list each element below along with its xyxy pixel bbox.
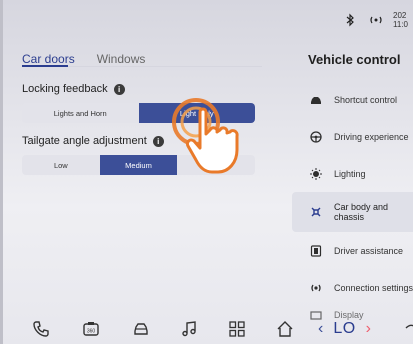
360-camera-icon[interactable]: 360 [80, 318, 102, 340]
fan-icon[interactable] [404, 321, 413, 335]
bottom-dock: 360 ‹ LO › [0, 314, 413, 344]
option-low[interactable]: Low [22, 155, 100, 175]
status-time-top: 202 [393, 11, 407, 20]
car-icon[interactable] [130, 318, 152, 340]
menu-item-label: Lighting [334, 168, 366, 179]
tab-car-doors[interactable]: Car doors [22, 40, 75, 67]
vehicle-control-menu: Shortcut control Driving experience Ligh… [292, 81, 413, 324]
light-icon [310, 167, 322, 180]
menu-item-label-line2: chassis [334, 212, 365, 222]
tab-windows[interactable]: Windows [97, 40, 146, 66]
menu-item-label: Driver assistance [334, 245, 404, 256]
status-time-bottom: 11:0 [393, 20, 408, 29]
tab-car-doors-label: Car doors [22, 52, 75, 66]
locking-feedback-heading: Locking feedback i [22, 83, 262, 95]
car-icon [310, 94, 322, 106]
steering-wheel-icon [310, 130, 322, 143]
menu-item-car-body-and-chassis[interactable]: Car body and chassis [292, 192, 413, 232]
menu-item-connection-settings[interactable]: Connection settings [292, 269, 413, 306]
wireless-signal-icon [367, 13, 385, 27]
driver-assist-icon [310, 244, 322, 257]
option-high[interactable]: High [177, 155, 255, 175]
menu-item-label: Driving experience [334, 131, 409, 142]
menu-item-lighting[interactable]: Lighting [292, 155, 413, 192]
temperature-value: LO [333, 320, 356, 337]
apps-grid-icon[interactable] [226, 318, 248, 340]
option-lights-and-horn[interactable]: Lights and Horn [22, 103, 139, 123]
connection-icon [310, 282, 322, 294]
temperature-up-button[interactable]: › [366, 320, 371, 338]
svg-text:360: 360 [87, 329, 96, 335]
option-medium[interactable]: Medium [99, 155, 178, 175]
locking-feedback-title: Locking feedback [22, 83, 108, 95]
menu-item-driving-experience[interactable]: Driving experience [292, 118, 413, 155]
chassis-icon [310, 206, 322, 218]
tab-windows-label: Windows [96, 52, 146, 66]
settings-panel: Car doors Windows Locking feedback i Lig… [22, 40, 262, 175]
vehicle-control-title: Vehicle control [308, 52, 401, 67]
vehicle-control-nav: Vehicle control Shortcut control Driving… [292, 40, 413, 320]
tailgate-heading: Tailgate angle adjustment i [22, 135, 262, 147]
temperature-down-button[interactable]: ‹ [318, 320, 323, 338]
phone-icon[interactable] [30, 318, 52, 340]
settings-tabs: Car doors Windows [22, 40, 262, 67]
status-bar: 202 11:0 [341, 8, 413, 32]
menu-item-driver-assistance[interactable]: Driver assistance [292, 232, 413, 269]
home-icon[interactable] [274, 318, 296, 340]
temperature-control: ‹ LO › [318, 317, 371, 341]
tailgate-title: Tailgate angle adjustment [22, 135, 147, 147]
bluetooth-icon [341, 13, 359, 27]
menu-item-label: Connection settings [334, 282, 413, 293]
menu-item-label-line1: Car body and [334, 202, 389, 212]
tab-active-indicator [22, 65, 68, 67]
tailgate-angle-selector: Low Medium High [22, 155, 255, 175]
menu-item-label: Shortcut control [334, 94, 398, 105]
locking-feedback-selector: Lights and Horn Light Only [22, 103, 255, 123]
music-icon[interactable] [178, 318, 200, 340]
menu-item-label: Car body and chassis [334, 202, 388, 222]
screen: 202 11:0 Car doors Windows Locking feedb… [0, 0, 413, 344]
info-icon[interactable]: i [113, 83, 125, 95]
info-icon[interactable]: i [152, 135, 164, 147]
option-light-only[interactable]: Light Only [138, 103, 255, 123]
status-clock: 202 11:0 [393, 11, 413, 29]
menu-item-shortcut-control[interactable]: Shortcut control [292, 81, 413, 118]
